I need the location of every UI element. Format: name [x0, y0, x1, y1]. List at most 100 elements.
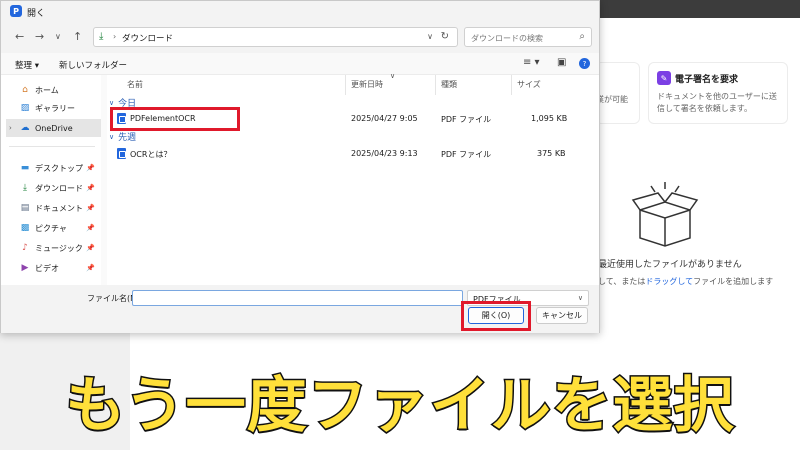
forward-arrow-icon[interactable]: → [35, 30, 44, 43]
gallery-icon: ▨ [20, 103, 30, 113]
help-icon[interactable]: ? [579, 58, 590, 69]
search-icon: ⌕ [579, 31, 585, 42]
organize-button[interactable]: 整理 ▾ [15, 59, 39, 71]
address-bar[interactable]: ⤓ › ダウンロード ∨ ↻ [93, 27, 458, 47]
pin-icon[interactable]: 📌 [86, 264, 95, 272]
card-partial-text: 業が可能 [596, 95, 628, 104]
file-type: PDF ファイル [441, 115, 492, 124]
sidebar-item-label: ドキュメント [35, 203, 83, 213]
cancel-button[interactable]: キャンセル [536, 307, 588, 324]
sidebar-item-pictures[interactable]: ▩ ピクチャ 📌 [9, 219, 95, 237]
request-signature-card[interactable]: ✎ 電子署名を要求 ドキュメントを他のユーザーに送信して署名を依頼します。 [648, 62, 788, 124]
caption-text: もう一度ファイルを選択 [64, 370, 735, 443]
breadcrumb[interactable]: ダウンロード [122, 32, 173, 44]
filename-input[interactable] [132, 290, 463, 306]
pin-icon[interactable]: 📌 [86, 224, 95, 232]
search-input[interactable]: ダウンロードの検索 ⌕ [464, 27, 592, 47]
file-list: 名前 更新日時 ∨ 種類 サイズ ∨ 今日 PDFelementOCR 2025… [107, 72, 599, 285]
sidebar-item-label: ダウンロード [35, 183, 83, 193]
column-header-type[interactable]: 種類 [441, 79, 457, 90]
picture-icon: ▩ [20, 223, 30, 233]
card-description: ドキュメントを他のユーザーに送信して署名を依頼します。 [657, 92, 777, 113]
sidebar-item-documents[interactable]: ▤ ドキュメント 📌 [9, 199, 95, 217]
sidebar-item-label: ピクチャ [35, 223, 67, 233]
back-arrow-icon[interactable]: ← [15, 30, 24, 43]
empty-state-description: して、またはドラッグしてファイルを追加します [598, 276, 773, 287]
sidebar-item-label: ギャラリー [35, 103, 75, 113]
file-type: PDF ファイル [441, 150, 492, 159]
sort-chevron-icon: ∨ [390, 72, 396, 80]
file-name: OCRとは？ [130, 150, 172, 159]
sidebar-item-label: ホーム [35, 85, 59, 95]
empty-state-title: 最近使用したファイルがありません [598, 260, 742, 270]
sidebar-item-label: デスクトップ [35, 163, 83, 173]
collapse-chevron-icon: ∨ [109, 98, 115, 107]
empty-desc-suffix: ファイルを追加します [693, 277, 774, 286]
new-folder-button[interactable]: 新しいフォルダー [59, 59, 127, 71]
search-placeholder: ダウンロードの検索 [471, 34, 543, 43]
column-separator[interactable] [345, 75, 346, 95]
sidebar-item-gallery[interactable]: ▨ ギャラリー [9, 99, 95, 117]
pdfelement-app-icon: P [10, 5, 22, 17]
card-title-row: ✎ 電子署名を要求 [657, 71, 779, 85]
sidebar-item-music[interactable]: ♪ ミュージック 📌 [9, 239, 95, 257]
dialog-title: 開く [27, 9, 46, 19]
sidebar-divider [9, 146, 95, 147]
column-separator[interactable] [435, 75, 436, 95]
preview-pane-icon[interactable]: ▣ [557, 57, 566, 68]
pin-icon[interactable]: 📌 [86, 204, 95, 212]
refresh-icon[interactable]: ↻ [441, 31, 449, 42]
cloud-icon: ☁ [20, 123, 30, 133]
sidebar-item-home[interactable]: ⌂ ホーム [9, 81, 95, 99]
column-separator[interactable] [511, 75, 512, 95]
music-icon: ♪ [22, 243, 28, 253]
navigation-pane: ⌂ ホーム ▨ ギャラリー › ☁ OneDrive ▬ デスクトップ 📌 ⤓ ダ… [1, 75, 101, 285]
document-icon: ▤ [20, 203, 30, 213]
home-icon: ⌂ [22, 85, 28, 95]
group-header-last-week[interactable]: ∨ 先週 [109, 130, 137, 144]
breadcrumb-separator-icon: › [113, 32, 117, 41]
highlight-open-box [461, 301, 531, 331]
sidebar-item-videos[interactable]: ▶ ビデオ 📌 [9, 259, 95, 277]
sidebar-item-label: ミュージック [35, 243, 83, 253]
card-title: 電子署名を要求 [675, 74, 739, 85]
command-toolbar: 整理 ▾ 新しいフォルダー ≡ ▾ ▣ ? [1, 53, 599, 75]
sidebar-item-onedrive[interactable]: › ☁ OneDrive [6, 119, 101, 137]
sidebar-item-label: OneDrive [35, 123, 73, 133]
navigation-row: ← → ∨ ↑ ⤓ › ダウンロード ∨ ↻ ダウンロードの検索 ⌕ [1, 21, 599, 53]
pin-icon[interactable]: 📌 [86, 184, 95, 192]
group-label: 先週 [118, 133, 137, 143]
drag-link[interactable]: ドラッグして [645, 277, 693, 286]
download-folder-icon: ⤓ [99, 31, 104, 42]
signature-icon: ✎ [657, 71, 671, 85]
file-size: 1,095 KB [531, 114, 568, 123]
open-file-dialog: P 開く ← → ∨ ↑ ⤓ › ダウンロード ∨ ↻ ダウンロードの検索 ⌕ … [0, 0, 600, 333]
background-card-partial[interactable]: 業が可能 [595, 62, 640, 124]
file-modified: 2025/04/23 9:13 [351, 149, 418, 158]
column-header-name[interactable]: 名前 [127, 79, 143, 90]
recent-locations-chevron-icon[interactable]: ∨ [55, 32, 61, 41]
address-dropdown-icon[interactable]: ∨ [427, 32, 433, 41]
pin-icon[interactable]: 📌 [86, 244, 95, 252]
dialog-title-bar[interactable]: P 開く [1, 1, 599, 21]
download-icon: ⤓ [23, 183, 27, 193]
empty-box-icon [631, 182, 699, 247]
sidebar-item-desktop[interactable]: ▬ デスクトップ 📌 [9, 159, 95, 177]
column-header-size[interactable]: サイズ [517, 79, 541, 90]
expand-chevron-icon[interactable]: › [9, 124, 15, 132]
dialog-footer: ファイル名(N): PDFファイル ∨ 開く(O) キャンセル [1, 285, 599, 333]
file-row[interactable]: OCRとは？ 2025/04/23 9:13 PDF ファイル 375 KB [107, 145, 587, 163]
desktop-icon: ▬ [20, 163, 30, 173]
pin-icon[interactable]: 📌 [86, 164, 95, 172]
chevron-down-icon: ∨ [577, 294, 583, 302]
file-size: 375 KB [537, 149, 566, 158]
sidebar-item-downloads[interactable]: ⤓ ダウンロード 📌 [9, 179, 95, 197]
sidebar-item-label: ビデオ [35, 263, 59, 273]
pdf-file-icon [117, 148, 126, 159]
file-modified: 2025/04/27 9:05 [351, 114, 418, 123]
column-header-modified[interactable]: 更新日時 [351, 79, 383, 90]
empty-desc-prefix: して、または [598, 277, 646, 286]
highlight-file-box [110, 107, 240, 131]
up-arrow-icon[interactable]: ↑ [73, 30, 82, 43]
view-options-icon[interactable]: ≡ ▾ [523, 57, 540, 68]
